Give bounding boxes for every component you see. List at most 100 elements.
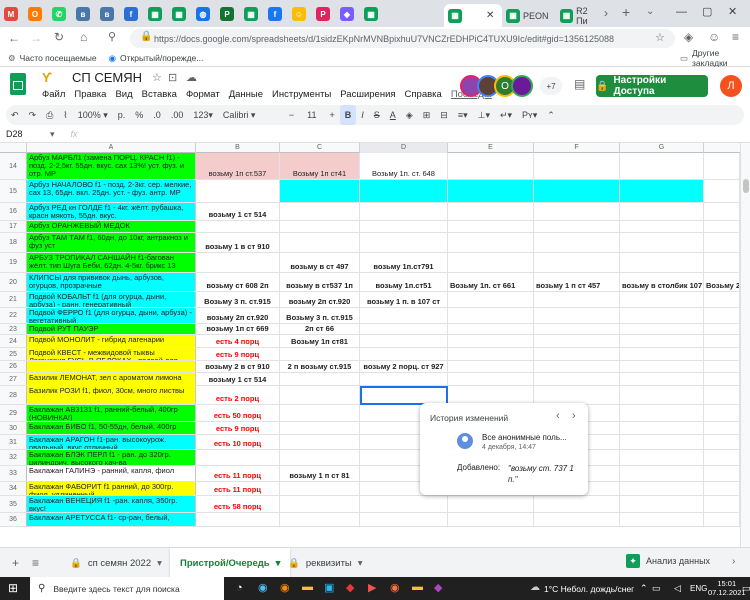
row-number[interactable]: 22 (0, 308, 27, 323)
vk-icon-2[interactable]: в (100, 7, 114, 21)
redo-icon[interactable]: ↷ (24, 105, 42, 125)
menu-edit[interactable]: Правка (74, 89, 106, 100)
pocket-icon[interactable]: ◈ (684, 30, 693, 44)
row-number[interactable]: 21 (0, 292, 27, 307)
cell-f[interactable] (534, 292, 620, 307)
print-icon[interactable]: ⎙ (41, 105, 58, 125)
menu-data[interactable]: Данные (229, 89, 263, 100)
column-header-b[interactable]: B (196, 143, 280, 153)
file-explorer-icon[interactable]: ▬ (302, 581, 313, 593)
strikethrough-button[interactable]: S (369, 105, 385, 125)
cell-h[interactable] (704, 361, 740, 372)
share-button[interactable]: 🔒 Настройки Доступа (596, 75, 708, 97)
facebook-icon-2[interactable]: f (268, 7, 282, 21)
cell-g[interactable] (620, 335, 704, 347)
cell-a[interactable]: Баклажан АРЕТУССА f1- ср-ран, белый, (27, 513, 196, 526)
cell-e[interactable] (448, 221, 534, 232)
all-sheets-icon[interactable]: ≡ (32, 556, 39, 570)
cell-g[interactable] (620, 348, 704, 360)
clock[interactable]: 15:01 07.12.2021 (708, 579, 746, 597)
cell-h[interactable] (704, 324, 740, 334)
cell-c[interactable]: Возьму 3 п. ст.915 (280, 308, 360, 323)
browser-tab-2[interactable]: ▦ R2 Пи (556, 4, 600, 27)
cell-a[interactable]: Баклажан БИБО f1, 50-55дн, белый, 400гр (27, 422, 196, 434)
paint-format-icon[interactable]: ⌇ (58, 105, 72, 125)
cell-e[interactable] (448, 361, 534, 372)
cell-a[interactable]: Баклажан ГАЛИНЭ - ранний, капля, фиол (27, 466, 196, 481)
cell-a[interactable]: Базилик ЛЕМОНАТ, зел с ароматом лимона (27, 373, 196, 385)
cell-f[interactable] (534, 153, 620, 179)
cell-g[interactable] (620, 221, 704, 232)
row-number[interactable]: 26 (0, 361, 27, 372)
cell-b[interactable] (196, 221, 280, 232)
tab-scroll-right-icon[interactable]: › (604, 6, 608, 20)
cell-g[interactable] (620, 482, 704, 495)
row-number[interactable]: 32 (0, 450, 27, 465)
cell-a[interactable] (27, 361, 196, 372)
menu-format[interactable]: Формат (186, 89, 220, 100)
cell-b[interactable]: есть 58 порц (196, 496, 280, 512)
cell-a[interactable]: Баклажан ВЕНЕЦИЯ f1 -ран. капля, 350гр. … (27, 496, 196, 512)
cell-c[interactable]: 2п ст 66 (280, 324, 360, 334)
tray-up-icon[interactable]: ⌃ (640, 583, 648, 594)
cell-b[interactable]: есть 9 порц (196, 348, 280, 360)
cell-d[interactable] (360, 203, 448, 220)
cell-c[interactable] (280, 180, 360, 202)
cell-d[interactable] (360, 324, 448, 334)
cell-h[interactable] (704, 153, 740, 179)
pinterest-icon[interactable]: P (316, 7, 330, 21)
cell-c[interactable] (280, 203, 360, 220)
cell-c[interactable]: возьму 2п ст.920 (280, 292, 360, 307)
menu-icon[interactable]: ≡ (732, 30, 739, 44)
column-header-e[interactable]: E (448, 143, 534, 153)
cell-b[interactable]: есть 50 порц (196, 405, 280, 421)
cell-e[interactable]: Возьму 1п. ст 661 (448, 273, 534, 291)
cell-c[interactable] (280, 450, 360, 465)
cell-c[interactable]: возьму в ст537 1п (280, 273, 360, 291)
cell-c[interactable]: возьму 1 п ст 81 (280, 466, 360, 481)
cell-e[interactable] (448, 153, 534, 179)
cell-f[interactable] (534, 308, 620, 323)
reload-icon[interactable]: ↻ (54, 30, 64, 44)
cell-g[interactable] (620, 435, 704, 449)
cell-f[interactable] (534, 180, 620, 202)
cell-h[interactable] (704, 513, 740, 526)
cell-f[interactable] (534, 233, 620, 252)
minimize-icon[interactable]: — (676, 6, 687, 18)
cell-b[interactable]: возьму 1 ст 514 (196, 203, 280, 220)
cell-f[interactable] (534, 348, 620, 360)
cell-f[interactable] (534, 324, 620, 334)
row-number[interactable]: 30 (0, 422, 27, 434)
globe-icon[interactable]: ◍ (196, 7, 210, 21)
row-number[interactable]: 31 (0, 435, 27, 449)
sheet-tab-2[interactable]: Пристрой/Очередь ▾ (170, 548, 291, 578)
cell-h[interactable] (704, 203, 740, 220)
cell-g[interactable] (620, 308, 704, 323)
bold-button[interactable]: B (339, 105, 357, 125)
cell-a[interactable]: АРБУЗ ТРОПИКАЛ САНШАЙН f1-багован жёлт. … (27, 253, 196, 272)
cell-b[interactable]: есть 4 порц (196, 335, 280, 347)
percent-button[interactable]: % (130, 105, 148, 125)
number-format-select[interactable]: 123 ▾ (188, 105, 218, 125)
cell-f[interactable] (534, 513, 620, 526)
cell-g[interactable] (620, 361, 704, 372)
cell-e[interactable] (448, 324, 534, 334)
row-number[interactable]: 28 (0, 386, 27, 404)
row-number[interactable]: 25 (0, 348, 27, 360)
text-color-button[interactable]: A (385, 105, 401, 125)
address-bar[interactable]: 🔒 https://docs.google.com/spreadsheets/d… (130, 29, 675, 48)
side-panel-icon[interactable]: › (732, 556, 735, 567)
cell-g[interactable] (620, 253, 704, 272)
cell-c[interactable]: возьму в ст 497 (280, 253, 360, 272)
cell-b[interactable]: есть 10 порц (196, 435, 280, 449)
cell-g[interactable] (620, 373, 704, 385)
sheet-tab-1[interactable]: 🔒 сп семян 2022 ▾ (60, 548, 172, 578)
valign-icon[interactable]: ⊥▾ (473, 105, 495, 125)
cell-f[interactable] (534, 373, 620, 385)
cell-d[interactable]: возьму 1п.ст791 (360, 253, 448, 272)
firefox-icon[interactable]: ◉ (280, 581, 290, 594)
cell-c[interactable] (280, 233, 360, 252)
cell-h[interactable] (704, 180, 740, 202)
sheet-grid[interactable]: 14 Арбуз МАРБЛ1 (замена ПОРЦ. КРАСН f1) -… (0, 153, 740, 547)
bookmark-item[interactable]: Часто посещаемые (20, 53, 97, 63)
